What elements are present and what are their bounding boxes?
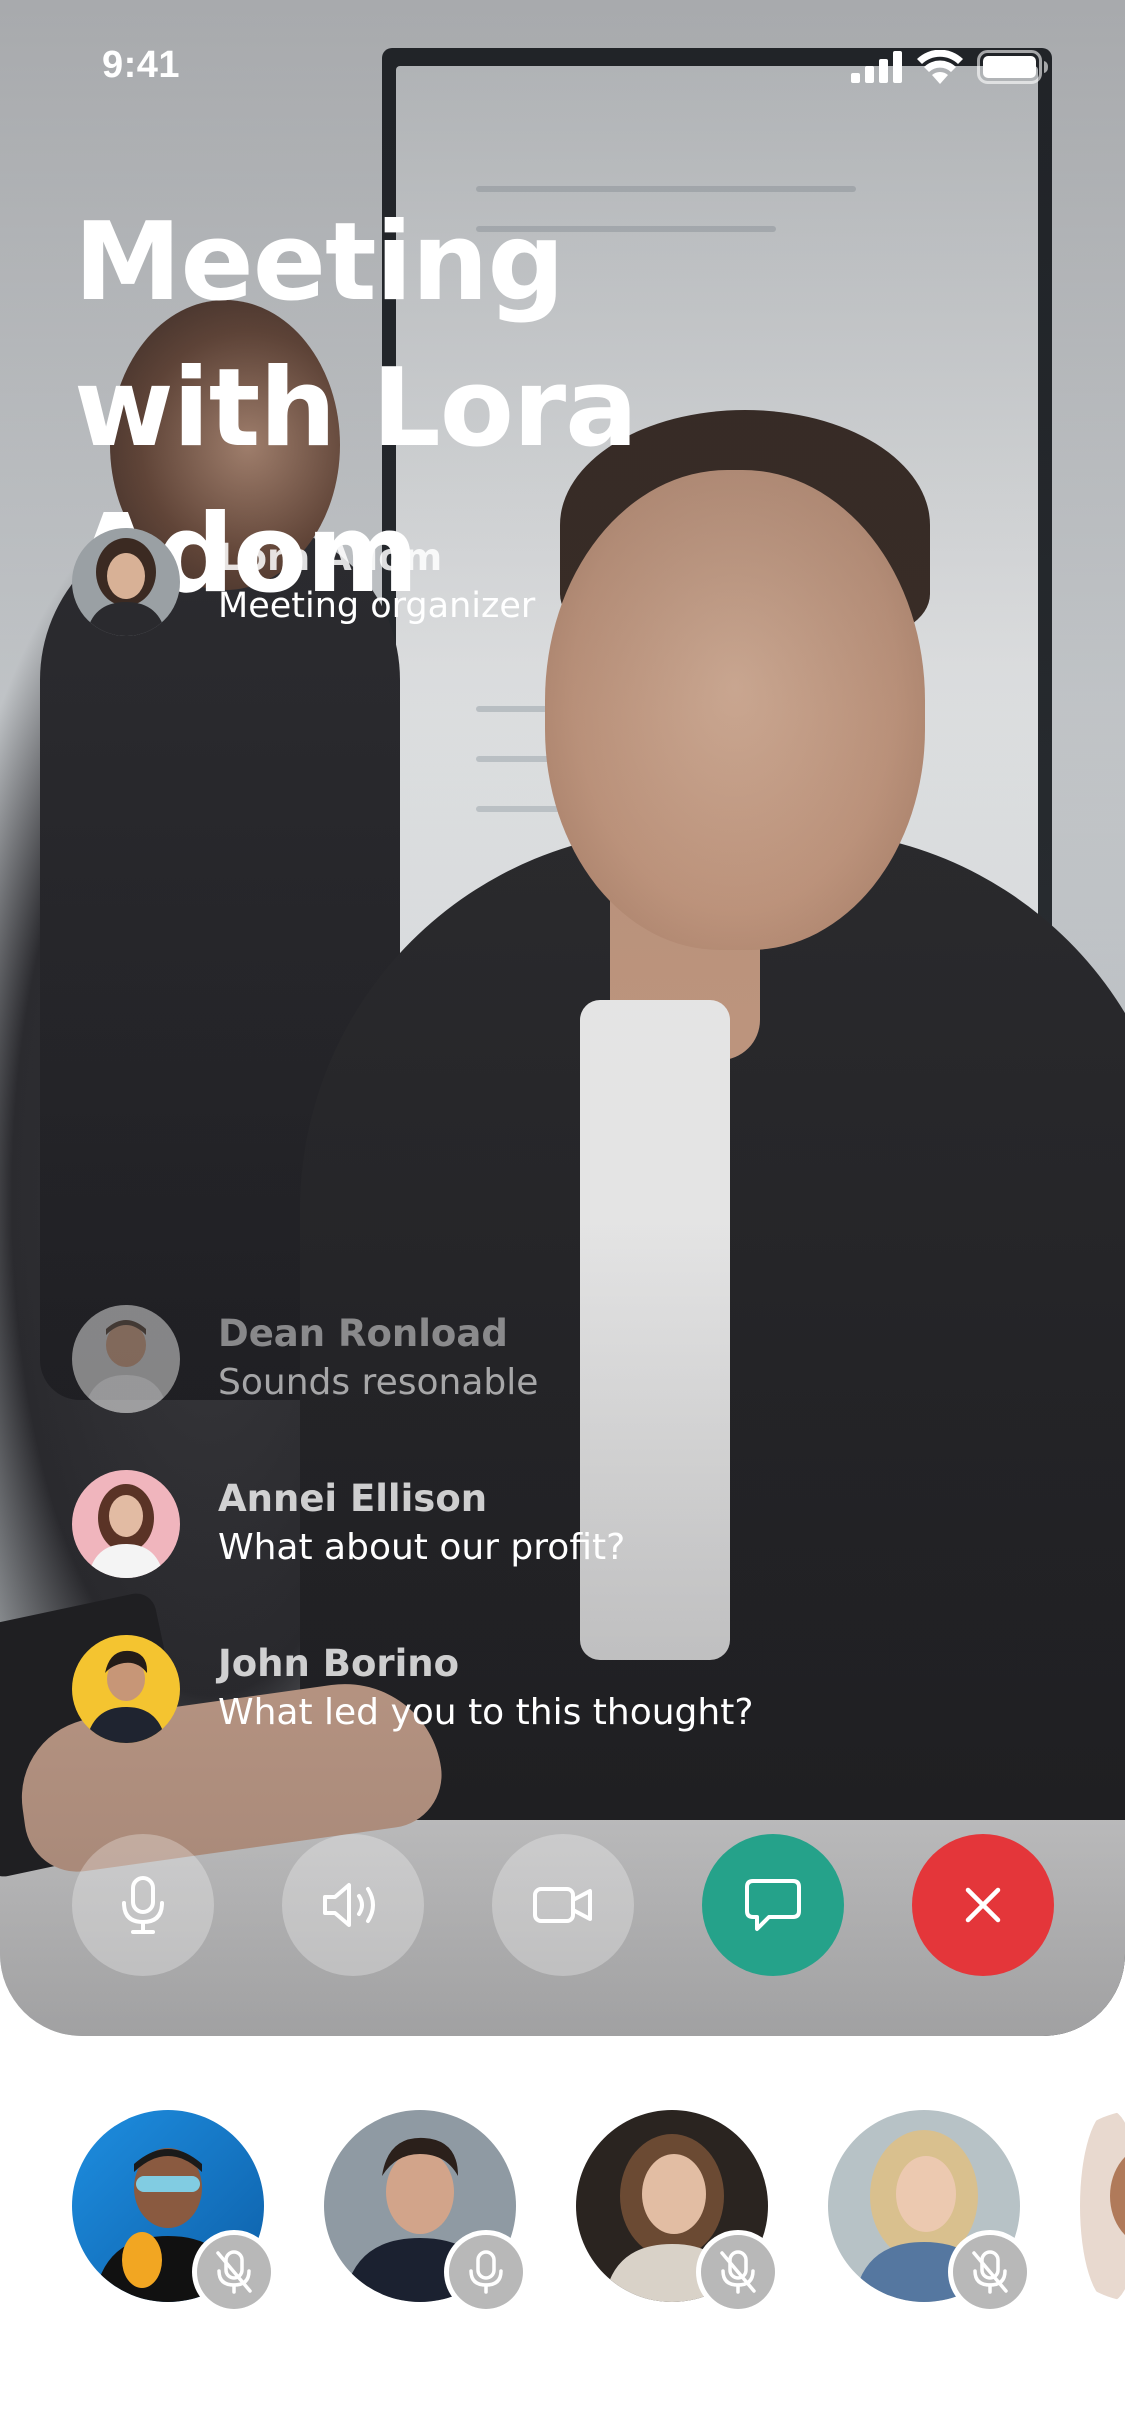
speaker-icon	[323, 1883, 375, 1927]
microphone-muted-icon	[720, 2250, 756, 2294]
avatar[interactable]	[72, 528, 180, 636]
call-controls	[72, 1834, 1054, 1976]
wifi-icon	[917, 50, 963, 84]
mic-status-badge	[948, 2230, 1032, 2314]
status-time: 9:41	[102, 44, 181, 86]
list-item: Annei Ellison What about our profit?	[72, 1470, 972, 1578]
battery-icon	[977, 50, 1048, 84]
chat-bubble-icon	[745, 1879, 801, 1931]
participant-tile[interactable]	[1080, 2110, 1125, 2302]
chat-message: What led you to this thought?	[218, 1692, 754, 1733]
list-item: Dean Ronload Sounds resonable	[72, 1305, 972, 1413]
camera-button[interactable]	[492, 1834, 634, 1976]
avatar[interactable]	[72, 1305, 180, 1413]
chat-message: Sounds resonable	[218, 1362, 539, 1403]
microphone-icon	[469, 2250, 503, 2294]
microphone-muted-icon	[216, 2250, 252, 2294]
participant-tile[interactable]	[828, 2110, 1032, 2314]
participants-strip	[72, 2110, 1125, 2314]
signal-icon	[851, 51, 902, 83]
status-icons	[851, 50, 1049, 84]
participant-tile[interactable]	[324, 2110, 528, 2314]
end-call-button[interactable]	[912, 1834, 1054, 1976]
mic-status-badge	[444, 2230, 528, 2314]
video-camera-icon	[533, 1887, 592, 1923]
speaker-button[interactable]	[282, 1834, 424, 1976]
participant-tile[interactable]	[576, 2110, 780, 2314]
microphone-button[interactable]	[72, 1834, 214, 1976]
chat-author: Annei Ellison	[218, 1477, 488, 1520]
avatar	[1080, 2110, 1125, 2302]
mic-status-badge	[192, 2230, 276, 2314]
microphone-icon	[122, 1876, 164, 1934]
organizer: Lora Adom Meeting organizer	[72, 528, 535, 636]
mic-status-badge	[696, 2230, 780, 2314]
chat-message: What about our profit?	[218, 1527, 626, 1568]
chat-button[interactable]	[702, 1834, 844, 1976]
chat-author: John Borino	[218, 1642, 460, 1685]
chat-author: Dean Ronload	[218, 1312, 508, 1355]
avatar[interactable]	[72, 1470, 180, 1578]
chat-feed: Dean Ronload Sounds resonable Annei Elli…	[72, 1305, 972, 1800]
organizer-name: Lora Adom	[218, 536, 443, 579]
organizer-role: Meeting organizer	[218, 586, 536, 626]
list-item: John Borino What led you to this thought…	[72, 1635, 972, 1743]
participant-tile[interactable]	[72, 2110, 276, 2314]
close-icon	[965, 1887, 1001, 1923]
avatar[interactable]	[72, 1635, 180, 1743]
video-stage: 9:41 Meeting with Lora Adom Lora Adom Me…	[0, 0, 1125, 2036]
microphone-muted-icon	[972, 2250, 1008, 2294]
